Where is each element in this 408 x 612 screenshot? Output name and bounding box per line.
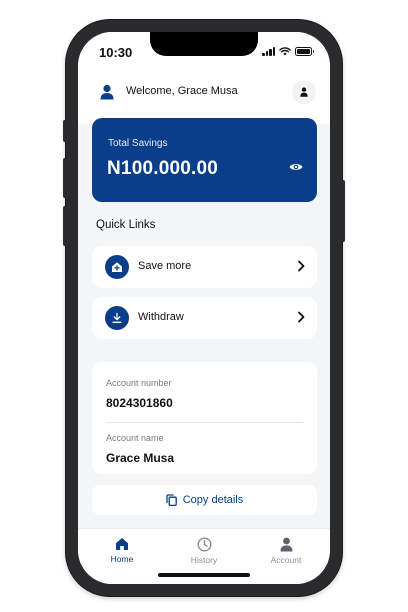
phone-side-button — [63, 158, 67, 198]
person-icon — [300, 87, 308, 97]
nav-label: Account — [270, 555, 302, 565]
withdraw-link[interactable]: Withdraw — [92, 297, 317, 339]
status-icons — [262, 47, 314, 56]
nav-item-account[interactable]: Account — [251, 537, 321, 565]
nav-label: History — [190, 555, 218, 565]
savings-amount: N100.000.00 — [107, 158, 219, 179]
account-name-label: Account name — [106, 433, 164, 443]
phone-side-button — [63, 120, 67, 142]
account-name-value: Grace Musa — [106, 451, 175, 465]
phone-side-button — [63, 206, 67, 246]
nav-item-home[interactable]: Home — [87, 537, 157, 564]
battery-icon — [295, 47, 314, 56]
wifi-icon — [279, 47, 291, 56]
savings-label: Total Savings — [108, 138, 168, 149]
profile-button[interactable] — [292, 80, 316, 104]
home-indicator — [158, 573, 250, 577]
account-number-value: 8024301860 — [106, 396, 173, 410]
person-icon — [280, 537, 292, 552]
account-number-label: Account number — [106, 378, 172, 388]
phone-side-button — [341, 180, 345, 242]
signal-icon — [262, 47, 275, 56]
eye-icon[interactable] — [289, 162, 303, 172]
download-icon — [112, 312, 122, 323]
welcome-text: Welcome, Grace Musa — [126, 85, 238, 97]
app-screen: 10:30 Welcome, Grace Musa Total Savings … — [78, 32, 330, 584]
nav-label: Home — [110, 554, 134, 564]
nav-item-history[interactable]: History — [169, 537, 239, 565]
user-avatar-icon — [100, 84, 114, 100]
account-details-card: Account number 8024301860 Account name G… — [92, 362, 317, 474]
copy-icon — [166, 494, 177, 506]
divider — [106, 422, 303, 423]
clock-icon — [196, 537, 212, 552]
home-icon — [116, 538, 128, 550]
quick-links-title: Quick Links — [96, 219, 156, 231]
chevron-right-icon — [298, 311, 305, 323]
link-icon-circle — [105, 306, 129, 330]
save-more-link[interactable]: Save more — [92, 246, 317, 288]
chevron-right-icon — [298, 260, 305, 272]
link-label: Withdraw — [138, 311, 184, 323]
copy-details-label: Copy details — [182, 494, 244, 506]
phone-notch — [150, 32, 258, 56]
status-time: 10:30 — [99, 45, 133, 60]
app-header: Welcome, Grace Musa — [78, 72, 330, 124]
total-savings-card: Total Savings N100.000.00 — [92, 118, 317, 202]
add-home-icon — [112, 262, 122, 272]
copy-details-button[interactable]: Copy details — [92, 485, 317, 515]
link-icon-circle — [105, 255, 129, 279]
link-label: Save more — [138, 260, 192, 272]
